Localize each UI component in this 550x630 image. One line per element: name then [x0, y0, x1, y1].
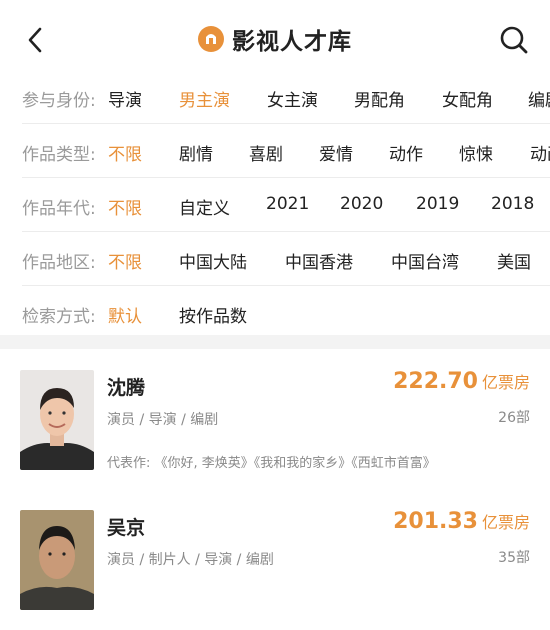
filter-row-year: 作品年代: 不限 自定义 2021 2020 2019 2018 [22, 178, 550, 232]
talent-name: 沈腾 [107, 377, 146, 399]
filter-option-hong-kong[interactable]: 中国香港 [285, 248, 353, 273]
works-count: 26部 [498, 410, 530, 426]
filter-label: 检索方式: [22, 307, 96, 327]
filter-option-any[interactable]: 不限 [108, 248, 142, 273]
filter-option-drama[interactable]: 剧情 [179, 140, 213, 165]
filter-option-2018[interactable]: 2018 [491, 194, 534, 214]
filter-option-lead-actress[interactable]: 女主演 [267, 86, 318, 111]
talent-library-logo-icon [198, 26, 224, 52]
representative-works: 代表作: 《你好, 李焕英》《我和我的家乡》《西虹市首富》 [107, 456, 436, 471]
box-office-value: 201.33 [393, 509, 478, 534]
filter-label: 参与身份: [22, 91, 96, 111]
filter-option-mainland-china[interactable]: 中国大陆 [179, 248, 247, 273]
filter-row-genre: 作品类型: 不限 剧情 喜剧 爱情 动作 惊悚 动画 [22, 124, 550, 178]
title-group: 影视人才库 [0, 22, 550, 56]
filter-row-sort: 检索方式: 默认 按作品数 [22, 286, 550, 339]
filter-option-taiwan[interactable]: 中国台湾 [391, 248, 459, 273]
sort-option-default[interactable]: 默认 [108, 302, 142, 327]
filter-option-screenwriter[interactable]: 编剧 [528, 86, 550, 111]
search-icon[interactable] [498, 24, 530, 56]
talent-name: 吴京 [107, 517, 146, 539]
filter-row-region: 作品地区: 不限 中国大陆 中国香港 中国台湾 美国 [22, 232, 550, 286]
sort-option-by-works[interactable]: 按作品数 [179, 302, 247, 327]
filter-label: 作品地区: [22, 253, 96, 273]
filter-option-any[interactable]: 不限 [108, 194, 142, 219]
filter-panel: 参与身份: 导演 男主演 女主演 男配角 女配角 编剧 作品类型: 不限 剧情 … [0, 70, 550, 339]
filter-option-2020[interactable]: 2020 [340, 194, 383, 214]
filter-row-role: 参与身份: 导演 男主演 女主演 男配角 女配角 编剧 [22, 70, 550, 124]
talent-card[interactable]: 吴京 演员 / 制片人 / 导演 / 编剧 201.33 亿票房 35部 [0, 500, 550, 630]
talent-card[interactable]: 沈腾 演员 / 导演 / 编剧 代表作: 《你好, 李焕英》《我和我的家乡》《西… [0, 360, 550, 490]
page-title: 影视人才库 [232, 29, 352, 55]
filter-option-romance[interactable]: 爱情 [319, 140, 353, 165]
avatar [20, 370, 94, 470]
box-office-unit: 亿票房 [481, 513, 530, 532]
filter-option-comedy[interactable]: 喜剧 [249, 140, 283, 165]
filter-option-usa[interactable]: 美国 [497, 248, 531, 273]
avatar [20, 510, 94, 610]
talent-roles: 演员 / 导演 / 编剧 [107, 412, 219, 428]
box-office: 222.70 亿票房 [393, 369, 530, 394]
filter-label: 作品年代: [22, 199, 96, 219]
section-divider [0, 335, 550, 349]
filter-option-2019[interactable]: 2019 [416, 194, 459, 214]
filter-label: 作品类型: [22, 145, 96, 165]
top-bar: 影视人才库 [0, 0, 550, 80]
box-office-unit: 亿票房 [481, 373, 530, 392]
filter-option-animation[interactable]: 动画 [530, 140, 550, 165]
talent-roles: 演员 / 制片人 / 导演 / 编剧 [107, 552, 274, 568]
filter-option-action[interactable]: 动作 [389, 140, 423, 165]
filter-option-custom[interactable]: 自定义 [179, 194, 230, 219]
filter-option-lead-actor[interactable]: 男主演 [179, 86, 230, 111]
box-office-value: 222.70 [393, 369, 478, 394]
filter-option-any[interactable]: 不限 [108, 140, 142, 165]
works-count: 35部 [498, 550, 530, 566]
filter-option-supporting-actress[interactable]: 女配角 [442, 86, 493, 111]
filter-option-2021[interactable]: 2021 [266, 194, 309, 214]
box-office: 201.33 亿票房 [393, 509, 530, 534]
filter-option-director[interactable]: 导演 [108, 86, 142, 111]
filter-option-thriller[interactable]: 惊悚 [459, 140, 493, 165]
filter-option-supporting-actor[interactable]: 男配角 [354, 86, 405, 111]
